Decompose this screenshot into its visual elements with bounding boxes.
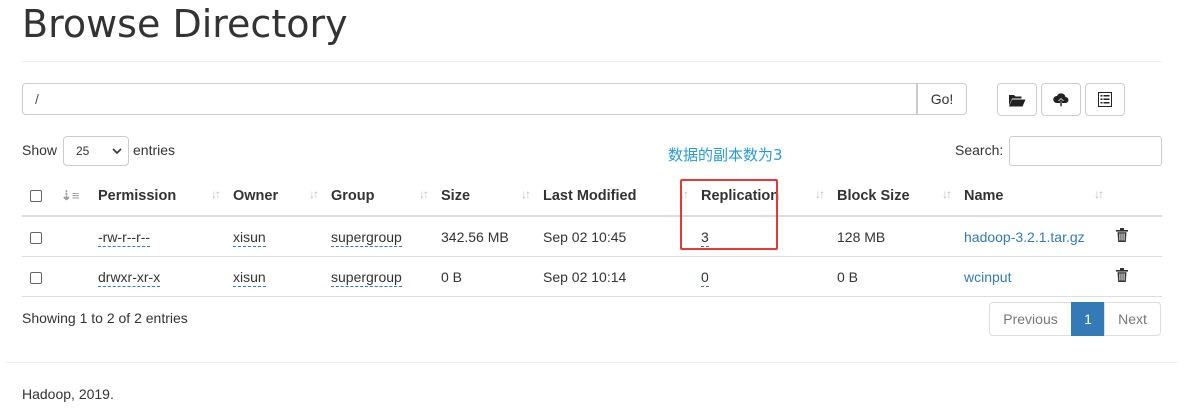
page-1-button[interactable]: 1 xyxy=(1071,302,1105,336)
header-size[interactable]: Size ↓↑ xyxy=(433,177,535,217)
size-cell: 0 B xyxy=(433,256,535,297)
group-cell: supergroup xyxy=(323,256,433,297)
table-row: drwxr-xr-x xisun supergroup 0 B Sep 02 1… xyxy=(22,256,1162,297)
row-select-cell xyxy=(22,216,53,257)
sort-header[interactable]: ⇣≡ xyxy=(53,177,90,217)
sort-arrows-icon: ↓↑ xyxy=(815,187,825,201)
directory-name-link[interactable]: wcinput xyxy=(964,269,1011,285)
block-size-cell: 0 B xyxy=(829,256,956,297)
sort-arrows-icon: ↓↑ xyxy=(679,187,689,201)
divider xyxy=(6,362,1179,363)
header-group[interactable]: Group ↓↑ xyxy=(323,177,433,217)
delete-cell xyxy=(1108,256,1162,297)
permission-link[interactable]: -rw-r--r-- xyxy=(98,228,151,247)
header-label: Group xyxy=(331,188,375,204)
group-cell: supergroup xyxy=(323,216,433,257)
path-bar: Go! xyxy=(22,83,967,115)
header-label: Owner xyxy=(233,188,279,204)
footer-text: Hadoop, 2019. xyxy=(22,386,114,402)
replication-annotation: 数据的副本数为3 xyxy=(668,146,783,164)
trash-icon[interactable] xyxy=(1116,228,1128,242)
entries-per-page-select[interactable]: 25 xyxy=(63,136,129,166)
cloud-upload-icon xyxy=(1053,92,1069,106)
header-actions xyxy=(1108,177,1162,217)
empty-cell xyxy=(53,216,90,257)
row-checkbox[interactable] xyxy=(30,271,42,284)
owner-cell: xisun xyxy=(225,216,323,257)
replication-cell: 3 xyxy=(693,216,829,257)
previous-page-button[interactable]: Previous xyxy=(989,302,1072,336)
entries-per-page-value: 25 xyxy=(76,144,90,158)
chevron-down-icon xyxy=(112,148,122,155)
header-name[interactable]: Name ↓↑ xyxy=(956,177,1108,217)
replication-link[interactable]: 3 xyxy=(701,228,709,247)
header-block-size[interactable]: Block Size ↓↑ xyxy=(829,177,956,217)
owner-link[interactable]: xisun xyxy=(233,268,266,287)
directory-table: ⇣≡ Permission ↓↑ Owner ↓↑ Group ↓↑ Size ↓↑ L… xyxy=(22,177,1162,297)
header-label: Block Size xyxy=(837,188,910,204)
replication-cell: 0 xyxy=(693,256,829,297)
header-label: Name xyxy=(964,188,1004,204)
block-size-cell: 128 MB xyxy=(829,216,956,257)
upload-button[interactable] xyxy=(1041,83,1081,116)
go-button[interactable]: Go! xyxy=(917,83,967,115)
header-label: Permission xyxy=(98,188,177,204)
select-all-checkbox[interactable] xyxy=(30,190,42,203)
empty-cell xyxy=(53,256,90,297)
header-label: Last Modified xyxy=(543,188,637,204)
modified-cell: Sep 02 10:45 xyxy=(535,216,693,257)
table-info: Showing 1 to 2 of 2 entries xyxy=(22,310,188,326)
table-row: -rw-r--r-- xisun supergroup 342.56 MB Se… xyxy=(22,216,1162,257)
sort-icon: ⇣≡ xyxy=(61,188,80,203)
size-cell: 342.56 MB xyxy=(433,216,535,257)
owner-cell: xisun xyxy=(225,256,323,297)
sort-arrows-icon: ↓↑ xyxy=(521,187,531,201)
sort-arrows-icon: ↓↑ xyxy=(419,187,429,201)
name-cell: hadoop-3.2.1.tar.gz xyxy=(956,216,1108,257)
header-label: Replication xyxy=(701,188,780,204)
row-checkbox[interactable] xyxy=(30,231,42,244)
path-input[interactable] xyxy=(22,83,917,115)
permission-cell: -rw-r--r-- xyxy=(90,216,225,257)
table-header-row: ⇣≡ Permission ↓↑ Owner ↓↑ Group ↓↑ Size ↓↑ L… xyxy=(22,177,1162,217)
permission-link[interactable]: drwxr-xr-x xyxy=(98,268,161,287)
page-title: Browse Directory xyxy=(22,2,348,46)
header-replication[interactable]: Replication ↓↑ xyxy=(693,177,829,217)
name-cell: wcinput xyxy=(956,256,1108,297)
cut-paste-button[interactable] xyxy=(1085,83,1125,116)
owner-link[interactable]: xisun xyxy=(233,228,266,247)
next-page-button[interactable]: Next xyxy=(1104,302,1161,336)
sort-arrows-icon: ↓↑ xyxy=(1094,187,1104,201)
delete-cell xyxy=(1108,216,1162,257)
pagination: Previous 1 Next xyxy=(989,302,1161,336)
row-select-cell xyxy=(22,256,53,297)
trash-icon[interactable] xyxy=(1116,268,1128,282)
replication-link[interactable]: 0 xyxy=(701,268,709,287)
header-last-modified[interactable]: Last Modified ↓↑ xyxy=(535,177,693,217)
sort-arrows-icon: ↓↑ xyxy=(211,187,221,201)
group-link[interactable]: supergroup xyxy=(331,228,402,247)
create-directory-button[interactable] xyxy=(997,83,1037,116)
header-owner[interactable]: Owner ↓↑ xyxy=(225,177,323,217)
search-input[interactable] xyxy=(1009,136,1162,166)
sort-arrows-icon: ↓↑ xyxy=(942,187,952,201)
entries-label: entries xyxy=(133,142,176,158)
select-all-header xyxy=(22,177,53,217)
show-label: Show xyxy=(22,142,58,158)
modified-cell: Sep 02 10:14 xyxy=(535,256,693,297)
header-permission[interactable]: Permission ↓↑ xyxy=(90,177,225,217)
group-link[interactable]: supergroup xyxy=(331,268,402,287)
divider xyxy=(22,61,1163,62)
sort-arrows-icon: ↓↑ xyxy=(309,187,319,201)
header-label: Size xyxy=(441,188,471,204)
permission-cell: drwxr-xr-x xyxy=(90,256,225,297)
list-icon xyxy=(1098,92,1112,107)
search-label: Search: xyxy=(955,142,1004,158)
file-name-link[interactable]: hadoop-3.2.1.tar.gz xyxy=(964,229,1085,245)
folder-open-icon xyxy=(1009,94,1026,106)
